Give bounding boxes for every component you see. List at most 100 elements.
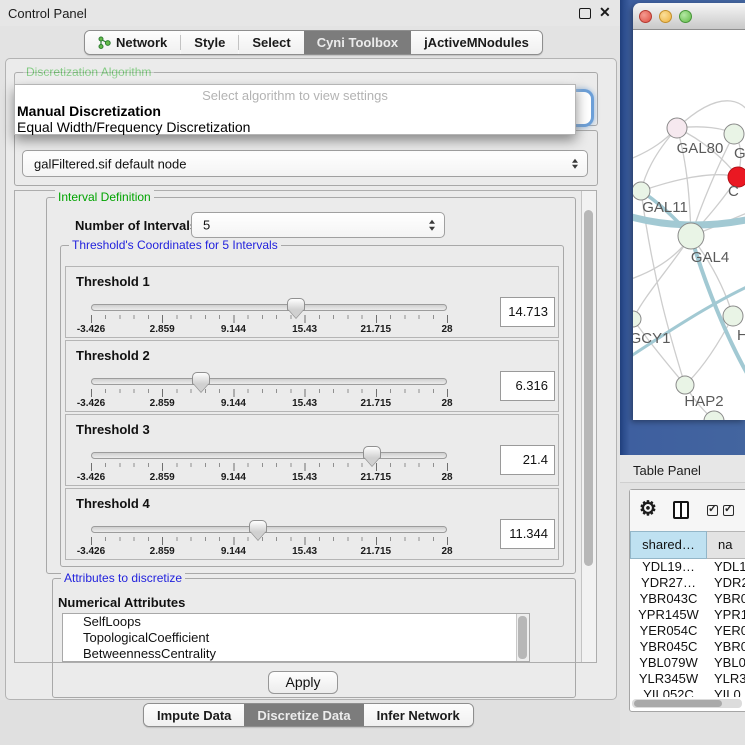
node-table[interactable]: YDL19…YDL1 YDR27…YDR2 YBR043CYBR0 YPR145… bbox=[630, 559, 745, 697]
slider-tick-labels: -3.426 2.859 9.144 15.43 21.715 28 bbox=[91, 546, 447, 558]
slider-track[interactable] bbox=[91, 304, 447, 311]
tab-discretize-data[interactable]: Discretize Data bbox=[244, 704, 363, 726]
tab-cyni-toolbox[interactable]: Cyni Toolbox bbox=[304, 31, 411, 54]
threshold-row: Threshold 3 -3.426 2.859 9.144 15.43 21.… bbox=[65, 414, 559, 486]
node-label: C bbox=[728, 183, 739, 200]
checkbox-icon[interactable] bbox=[707, 505, 718, 516]
tab-select[interactable]: Select bbox=[239, 31, 303, 54]
threshold-value-field[interactable]: 6.316 bbox=[500, 371, 555, 401]
table-horizontal-scrollbar-thumb[interactable] bbox=[634, 700, 722, 707]
slider-thumb[interactable] bbox=[363, 446, 381, 459]
close-icon[interactable]: ✕ bbox=[599, 4, 611, 21]
slider-track[interactable] bbox=[91, 526, 447, 533]
list-scrollbar-thumb[interactable] bbox=[518, 616, 527, 659]
slider-thumb[interactable] bbox=[192, 372, 210, 385]
float-window-icon[interactable] bbox=[579, 8, 591, 19]
threshold-label: Threshold 2 bbox=[76, 348, 150, 363]
cyni-bottom-tabs: Impute Data Discretize Data Infer Networ… bbox=[143, 703, 474, 727]
table-row[interactable]: YBR043CYBR0 bbox=[630, 591, 745, 607]
table-row[interactable]: YBR045CYBR0 bbox=[630, 639, 745, 655]
list-item[interactable]: BetweennessCentrality bbox=[63, 646, 529, 662]
spinner-arrows-icon bbox=[572, 158, 578, 169]
network-nodes[interactable] bbox=[633, 118, 745, 420]
threshold-row: Threshold 1 -3.426 2.859 9.144 15.43 21.… bbox=[65, 266, 559, 338]
slider-thumb[interactable] bbox=[287, 298, 305, 311]
table-row[interactable]: YLR345WYLR3 bbox=[630, 671, 745, 687]
node-label: GAL11 bbox=[642, 199, 688, 216]
column-header-name[interactable]: na bbox=[707, 531, 745, 559]
network-weighted-edges bbox=[633, 191, 745, 375]
network-canvas[interactable]: GAL80 GA C GAL11 GAL4 GCY1 H HAP2 bbox=[633, 30, 745, 420]
node-gal4[interactable] bbox=[678, 223, 704, 249]
tab-jactivemnodules[interactable]: jActiveMNodules bbox=[411, 31, 542, 54]
node-gal80[interactable] bbox=[667, 118, 687, 138]
slider-tick-labels: -3.426 2.859 9.144 15.43 21.715 28 bbox=[91, 324, 447, 336]
slider-ticks-major bbox=[91, 463, 449, 471]
dropdown-option-equal-width-frequency[interactable]: Equal Width/Frequency Discretization bbox=[17, 119, 250, 135]
dropdown-prompt: Select algorithm to view settings bbox=[15, 88, 575, 103]
gear-icon[interactable]: ⚙ bbox=[639, 496, 657, 521]
node-top-right[interactable] bbox=[724, 124, 744, 144]
apply-button[interactable]: Apply bbox=[268, 671, 338, 694]
node-label: GAL4 bbox=[691, 249, 729, 266]
threshold-value-field[interactable]: 14.713 bbox=[500, 297, 555, 327]
node-label: H bbox=[737, 327, 745, 344]
node-label: GA bbox=[734, 145, 745, 162]
table-data-select[interactable]: galFiltered.sif default node bbox=[22, 150, 588, 177]
slider-tick-labels: -3.426 2.859 9.144 15.43 21.715 28 bbox=[91, 398, 447, 410]
minimize-traffic-light-icon[interactable] bbox=[659, 10, 672, 23]
node-label: GCY1 bbox=[633, 330, 670, 347]
settings-scrollbar-thumb[interactable] bbox=[584, 210, 593, 566]
tab-infer-network[interactable]: Infer Network bbox=[364, 704, 473, 726]
checkbox-icon[interactable] bbox=[723, 505, 734, 516]
threshold-label: Threshold 4 bbox=[76, 496, 150, 511]
group-title: Interval Definition bbox=[55, 190, 154, 204]
threshold-label: Threshold 3 bbox=[76, 422, 150, 437]
list-item[interactable]: TopologicalCoefficient bbox=[63, 630, 529, 646]
control-panel-titlebar: Control Panel ✕ bbox=[0, 0, 620, 26]
node-gal11[interactable] bbox=[633, 182, 650, 200]
column-header-shared-name[interactable]: shared… bbox=[630, 531, 707, 559]
node-label: HAP2 bbox=[684, 393, 723, 410]
control-panel-title: Control Panel bbox=[8, 6, 87, 21]
group-title: Threshold's Coordinates for 5 Intervals bbox=[69, 238, 281, 252]
dropdown-option-manual-discretization[interactable]: Manual Discretization bbox=[17, 103, 161, 119]
slider-track[interactable] bbox=[91, 452, 447, 459]
threshold-value-field[interactable]: 11.344 bbox=[500, 519, 555, 549]
close-traffic-light-icon[interactable] bbox=[639, 10, 652, 23]
table-row[interactable]: YER054CYER0 bbox=[630, 623, 745, 639]
node-gcy1[interactable] bbox=[633, 311, 641, 327]
slider-track[interactable] bbox=[91, 378, 447, 385]
network-window-titlebar[interactable] bbox=[633, 3, 745, 30]
tab-network[interactable]: Network bbox=[85, 31, 180, 54]
table-row[interactable]: YDL19…YDL1 bbox=[630, 559, 745, 575]
table-row[interactable]: YDR27…YDR2 bbox=[630, 575, 745, 591]
tab-impute-data[interactable]: Impute Data bbox=[144, 704, 244, 726]
slider-ticks-major bbox=[91, 389, 449, 397]
slider-ticks-major bbox=[91, 315, 449, 323]
table-row[interactable]: YPR145WYPR1 bbox=[630, 607, 745, 623]
slider-ticks-major bbox=[91, 537, 449, 545]
slider-thumb[interactable] bbox=[249, 520, 267, 533]
zoom-traffic-light-icon[interactable] bbox=[679, 10, 692, 23]
threshold-value-field[interactable]: 21.4 bbox=[500, 445, 555, 475]
table-row[interactable]: YBL079WYBL0 bbox=[630, 655, 745, 671]
columns-icon[interactable] bbox=[673, 501, 689, 519]
node-label: GAL80 bbox=[677, 140, 724, 157]
attributes-list[interactable]: SelfLoops TopologicalCoefficient Between… bbox=[62, 613, 530, 662]
table-row[interactable]: YIL052CYIL0 bbox=[630, 687, 745, 697]
node-h[interactable] bbox=[723, 306, 743, 326]
threshold-row: Threshold 4 -3.426 2.859 9.144 15.43 21.… bbox=[65, 488, 559, 560]
number-of-intervals-select[interactable]: 5 bbox=[191, 212, 445, 238]
node-hap2[interactable] bbox=[676, 376, 694, 394]
list-item[interactable]: SelfLoops bbox=[63, 614, 529, 630]
tab-style[interactable]: Style bbox=[181, 31, 238, 54]
network-view-window: GAL80 GA C GAL11 GAL4 GCY1 H HAP2 bbox=[633, 3, 745, 420]
group-title: Attributes to discretize bbox=[61, 571, 185, 585]
table-data-value: galFiltered.sif default node bbox=[34, 156, 186, 171]
number-of-intervals-label: Number of Intervals bbox=[75, 218, 197, 233]
numerical-attributes-label: Numerical Attributes bbox=[58, 595, 185, 610]
table-panel-titlebar: Table Panel bbox=[620, 455, 745, 483]
node-bottom[interactable] bbox=[704, 411, 724, 420]
table-panel-title: Table Panel bbox=[633, 463, 701, 478]
